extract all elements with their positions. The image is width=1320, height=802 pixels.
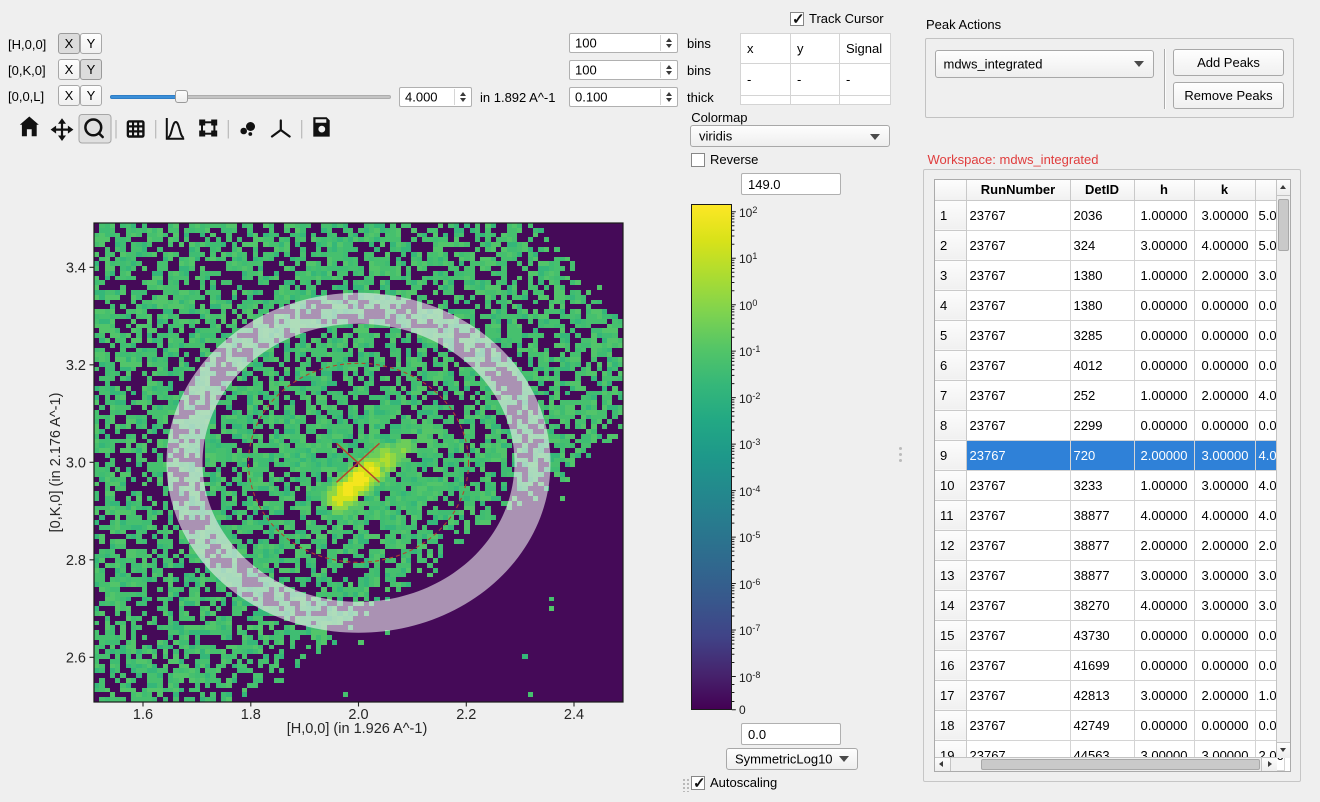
svg-text:3.2: 3.2 [66, 358, 86, 374]
svg-text:2.2: 2.2 [456, 707, 476, 723]
svg-text:1.6: 1.6 [133, 707, 153, 723]
svg-text:2.4: 2.4 [564, 707, 584, 723]
svg-text:3.4: 3.4 [66, 260, 86, 276]
svg-text:3.0: 3.0 [66, 455, 86, 471]
svg-text:1.8: 1.8 [241, 707, 261, 723]
svg-text:2.8: 2.8 [66, 553, 86, 569]
svg-text:[0,K,0] (in 2.176 A^-1): [0,K,0] (in 2.176 A^-1) [48, 393, 64, 533]
svg-text:2.6: 2.6 [66, 650, 86, 666]
svg-text:[H,0,0] (in 1.926 A^-1): [H,0,0] (in 1.926 A^-1) [287, 721, 428, 737]
